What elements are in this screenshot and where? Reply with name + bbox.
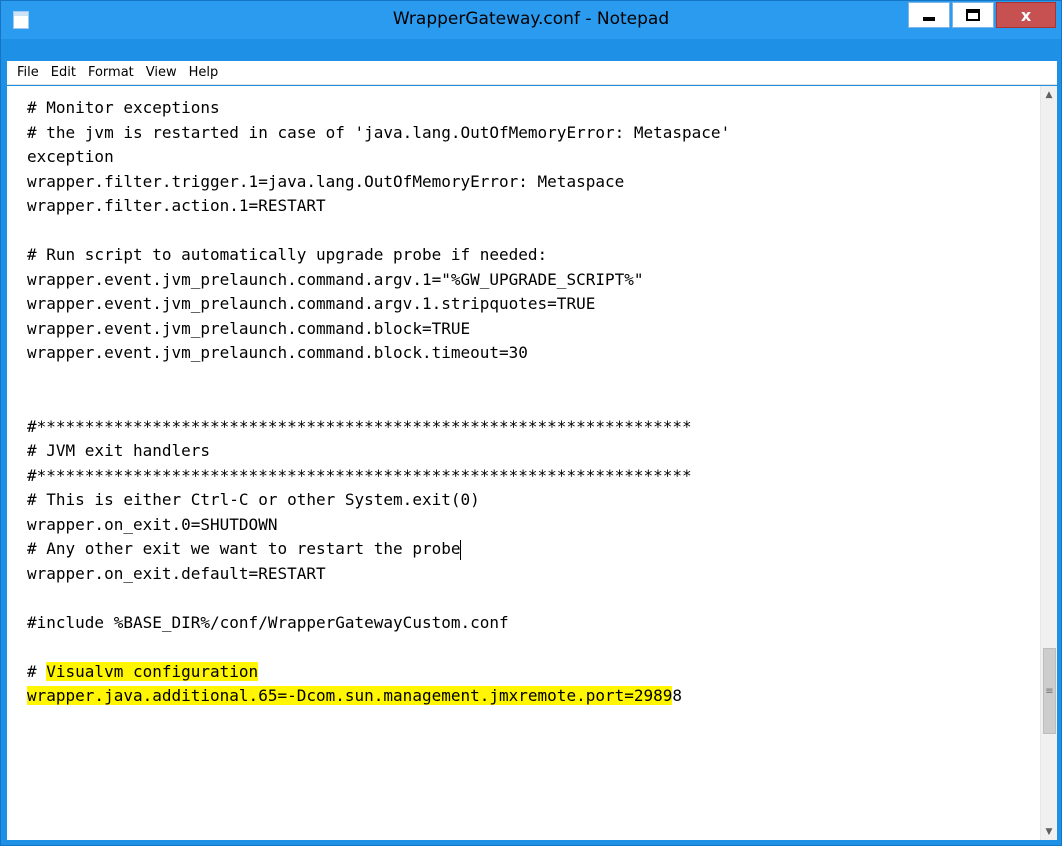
editor-line: wrapper.filter.action.1=RESTART [27,194,1040,219]
line-text: # Any other exit we want to restart the … [27,539,461,558]
minimize-button[interactable] [908,2,950,28]
window-title: WrapperGateway.conf - Notepad [392,9,670,29]
line-text: #***************************************… [27,465,692,485]
line-text: wrapper.filter.trigger.1=java.lang.OutOf… [27,171,625,191]
maximize-button[interactable] [952,2,994,28]
editor-line: wrapper.event.jvm_prelaunch.command.argv… [27,268,1040,293]
editor-line: #***************************************… [27,464,1040,489]
line-text: wrapper.on_exit.default=RESTART [27,563,326,583]
menu-format[interactable]: Format [82,63,140,83]
scroll-thumb[interactable]: ≡ [1043,648,1056,735]
line-text: wrapper.on_exit.0=SHUTDOWN [27,514,278,534]
line-text: # This is either Ctrl-C or other System.… [27,490,480,509]
line-text: 8 [672,686,683,705]
editor-line: wrapper.event.jvm_prelaunch.command.bloc… [27,341,1040,366]
notepad-window: WrapperGateway.conf - Notepad x File Edi… [0,0,1062,846]
text-editor[interactable]: # Monitor exceptions # the jvm is restart… [7,86,1040,840]
text-caret [460,539,462,560]
line-text: exception [27,147,114,166]
editor-line: # This is either Ctrl-C or other System.… [27,488,1040,513]
editor-line: wrapper.filter.trigger.1=java.lang.OutOf… [27,170,1040,195]
editor-line: wrapper.event.jvm_prelaunch.command.bloc… [27,317,1040,342]
menu-help[interactable]: Help [183,63,225,83]
maximize-icon [966,9,980,21]
vertical-scrollbar[interactable]: ▲ ≡ ▼ [1040,86,1057,840]
line-text: # [27,661,47,681]
line-text: # Run script to automatically upgrade pr… [27,245,548,264]
editor-line: exception [27,145,1040,170]
line-text: wrapper.filter.action.1=RESTART [27,196,326,215]
editor-line: wrapper.on_exit.default=RESTART [27,562,1040,587]
highlighted-text: wrapper.java.additional.65=-Dcom.sun.man… [27,686,673,705]
editor-line: # JVM exit handlers [27,439,1040,464]
line-text: wrapper.event.jvm_prelaunch.command.bloc… [27,343,528,362]
title-bar[interactable]: WrapperGateway.conf - Notepad x [1,1,1061,39]
line-text: wrapper.event.jvm_prelaunch.command.bloc… [27,318,471,338]
editor-line: wrapper.on_exit.0=SHUTDOWN [27,513,1040,538]
menu-edit[interactable]: Edit [45,63,82,83]
line-text: wrapper.event.jvm_prelaunch.command.argv… [27,269,644,289]
close-button[interactable]: x [996,2,1056,28]
menu-view[interactable]: View [140,63,183,83]
line-text: # Monitor exceptions [27,98,220,117]
editor-line: wrapper.event.jvm_prelaunch.command.argv… [27,292,1040,317]
highlighted-text: Visualvm configuration [46,661,259,681]
minimize-icon [923,17,935,21]
line-text: wrapper.event.jvm_prelaunch.command.argv… [27,294,596,313]
editor-line: # Run script to automatically upgrade pr… [27,243,1040,268]
menu-bar: File Edit Format View Help [7,61,1057,85]
editor-line: # the jvm is restarted in case of 'java.… [27,121,1040,146]
editor-line: # Visualvm configuration [27,660,1040,685]
scroll-down-icon[interactable]: ▼ [1041,823,1057,840]
editor-line: wrapper.java.additional.65=-Dcom.sun.man… [27,684,1040,709]
editor-line: #include %BASE_DIR%/conf/WrapperGatewayC… [27,611,1040,636]
line-text: #include %BASE_DIR%/conf/WrapperGatewayC… [27,612,509,632]
line-text: #***************************************… [27,416,692,436]
line-text: # the jvm is restarted in case of 'java.… [27,122,731,142]
scroll-up-icon[interactable]: ▲ [1041,86,1057,103]
line-text: # JVM exit handlers [27,441,211,460]
editor-line: #***************************************… [27,415,1040,440]
menu-file[interactable]: File [11,63,45,83]
editor-line: # Any other exit we want to restart the … [27,537,1040,562]
editor-line: # Monitor exceptions [27,96,1040,121]
close-icon: x [1020,5,1032,25]
